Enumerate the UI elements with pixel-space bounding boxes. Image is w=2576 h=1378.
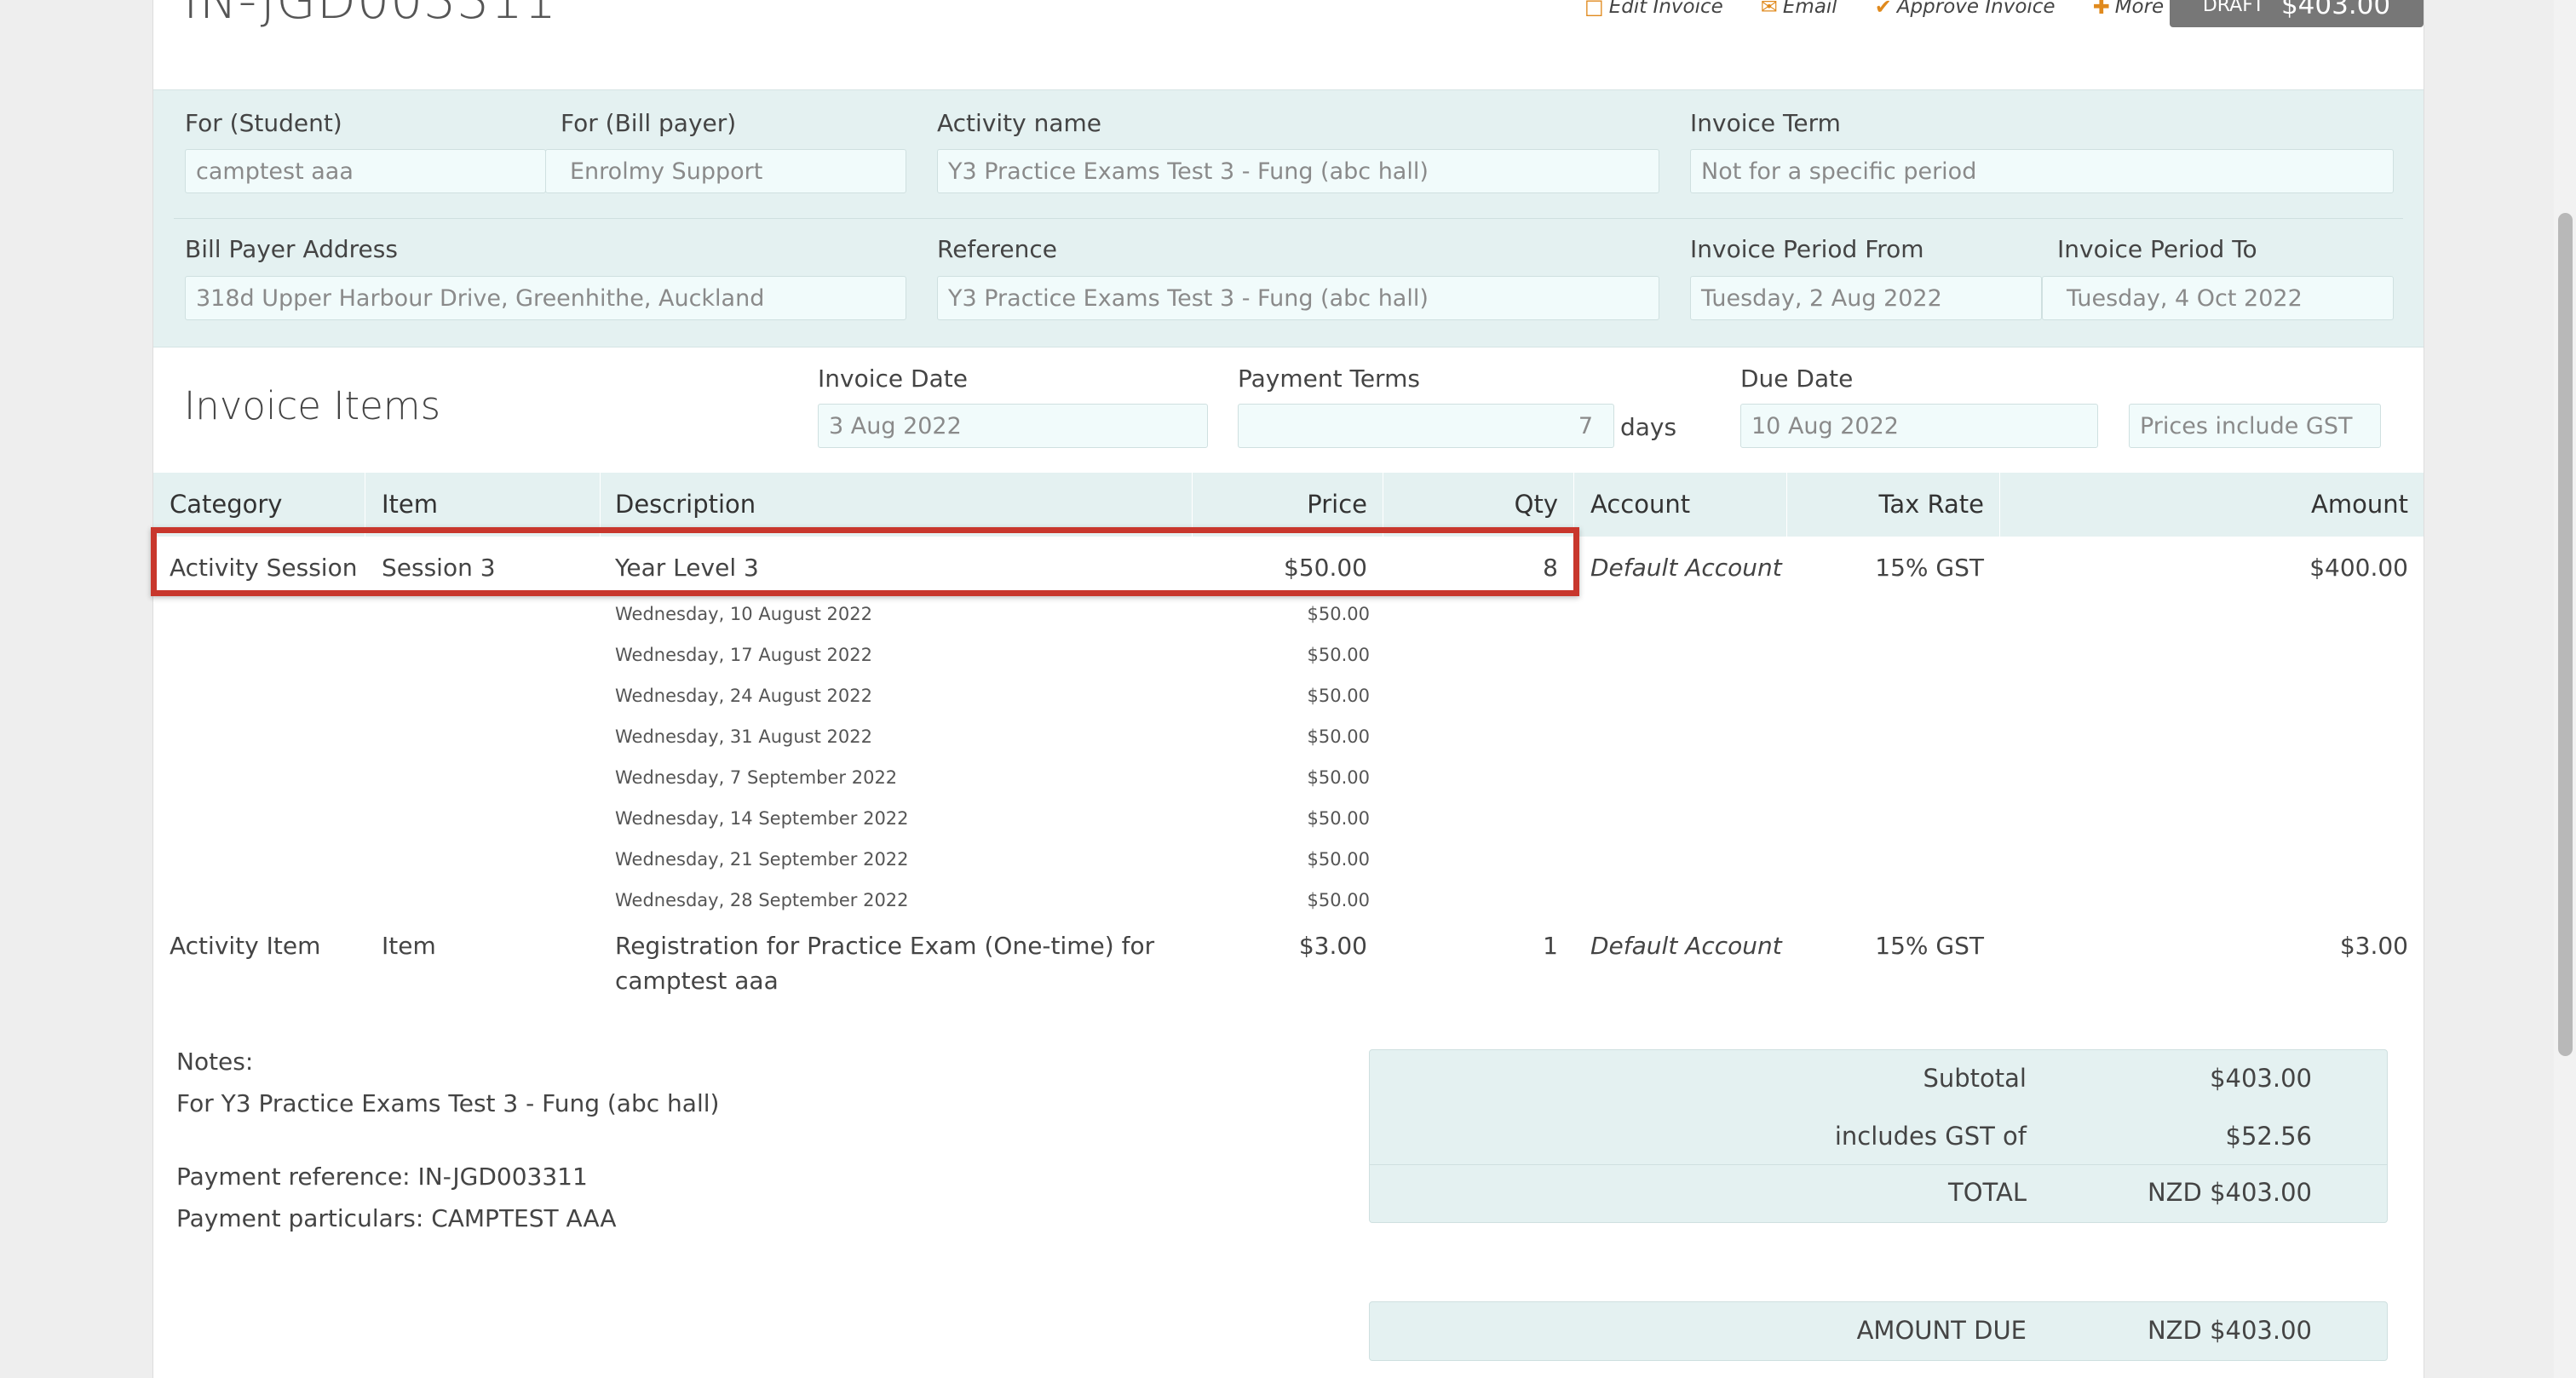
row-account: Default Account	[1590, 932, 1782, 960]
row-tax-rate: 15% GST	[1875, 554, 1984, 582]
col-header-account[interactable]: Account	[1590, 490, 1690, 519]
payment-reference: Payment reference: IN-JGD003311	[176, 1163, 588, 1191]
row-item: Item	[382, 932, 436, 960]
period-to-label: Invoice Period To	[2057, 235, 2257, 263]
row-highlight-annotation	[151, 527, 1579, 596]
notes-label: Notes:	[176, 1048, 254, 1076]
period-from-field[interactable]: Tuesday, 2 Aug 2022	[1690, 276, 2042, 320]
row-price: $3.00	[1298, 932, 1367, 960]
more-label: More	[2114, 0, 2165, 18]
amount-due-label: AMOUNT DUE	[1856, 1316, 2027, 1345]
totals-divider	[1370, 1164, 2387, 1165]
session-date: Wednesday, 14 September 2022	[615, 808, 909, 829]
row-amount: $3.00	[2339, 932, 2408, 960]
envelope-icon: ✉	[1760, 0, 1778, 19]
activity-name-field[interactable]: Y3 Practice Exams Test 3 - Fung (abc hal…	[937, 149, 1659, 193]
invoice-info-panel: For (Student) For (Bill payer) camptest …	[153, 89, 2424, 347]
bill-payer-field[interactable]: Enrolmy Support	[545, 149, 906, 193]
session-price: $50.00	[1307, 890, 1370, 910]
row-category: Activity Item	[170, 932, 321, 960]
invoice-page: IN-JGD003311 □ Edit Invoice ✉ Email ✔ Ap…	[151, 0, 2424, 1378]
invoice-number-title: IN-JGD003311	[183, 0, 558, 31]
student-field[interactable]: camptest aaa	[185, 149, 546, 193]
col-header-tax-rate[interactable]: Tax Rate	[1786, 490, 1984, 519]
col-header-qty[interactable]: Qty	[1383, 490, 1558, 519]
email-button[interactable]: ✉ Email	[1761, 0, 1837, 19]
totals-box: Subtotal $403.00 includes GST of $52.56 …	[1369, 1049, 2388, 1223]
session-price: $50.00	[1307, 604, 1370, 624]
col-header-description[interactable]: Description	[615, 490, 756, 519]
vertical-scrollbar[interactable]	[2554, 0, 2576, 1378]
session-date: Wednesday, 10 August 2022	[615, 604, 872, 624]
plus-icon: ✚	[2092, 0, 2110, 19]
session-date: Wednesday, 28 September 2022	[615, 890, 909, 910]
status-label: DRAFT	[2202, 0, 2264, 16]
total-value: NZD $403.00	[2147, 1178, 2312, 1207]
approve-invoice-button[interactable]: ✔ Approve Invoice	[1875, 0, 2056, 19]
invoice-actions: □ Edit Invoice ✉ Email ✔ Approve Invoice…	[1584, 0, 2164, 19]
badge-total: $403.00	[2280, 0, 2391, 20]
session-date: Wednesday, 24 August 2022	[615, 686, 872, 706]
due-date-field[interactable]: 10 Aug 2022	[1740, 404, 2098, 448]
invoice-items-heading: Invoice Items	[184, 383, 441, 428]
row-account: Default Account	[1590, 554, 1782, 582]
invoice-date-label: Invoice Date	[818, 365, 968, 393]
invoice-term-label: Invoice Term	[1690, 109, 1841, 137]
amount-due-value: NZD $403.00	[2147, 1316, 2312, 1345]
activity-name-label: Activity name	[937, 109, 1102, 137]
reference-label: Reference	[937, 235, 1057, 263]
status-badge: DRAFT $403.00	[2170, 0, 2424, 27]
session-price: $50.00	[1307, 849, 1370, 870]
row-amount: $400.00	[2309, 554, 2408, 582]
subtotal-value: $403.00	[2210, 1064, 2312, 1093]
col-header-price[interactable]: Price	[1192, 490, 1367, 519]
reference-field[interactable]: Y3 Practice Exams Test 3 - Fung (abc hal…	[937, 276, 1659, 320]
invoice-term-field[interactable]: Not for a specific period	[1690, 149, 2394, 193]
payment-terms-label: Payment Terms	[1238, 365, 1420, 393]
session-date: Wednesday, 7 September 2022	[615, 767, 898, 788]
session-date: Wednesday, 21 September 2022	[615, 849, 909, 870]
session-price: $50.00	[1307, 645, 1370, 665]
email-label: Email	[1782, 0, 1837, 18]
bill-payer-address-field[interactable]: 318d Upper Harbour Drive, Greenhithe, Au…	[185, 276, 906, 320]
approve-invoice-label: Approve Invoice	[1896, 0, 2056, 18]
payment-terms-field[interactable]: 7	[1238, 404, 1614, 448]
period-from-label: Invoice Period From	[1690, 235, 1924, 263]
invoice-date-field[interactable]: 3 Aug 2022	[818, 404, 1208, 448]
session-price: $50.00	[1307, 726, 1370, 747]
edit-invoice-button[interactable]: □ Edit Invoice	[1584, 0, 1723, 19]
scrollbar-thumb[interactable]	[2558, 213, 2573, 1056]
col-header-item[interactable]: Item	[382, 490, 438, 519]
session-price: $50.00	[1307, 686, 1370, 706]
period-to-field[interactable]: Tuesday, 4 Oct 2022	[2042, 276, 2394, 320]
session-price: $50.00	[1307, 767, 1370, 788]
session-date: Wednesday, 17 August 2022	[615, 645, 872, 665]
for-bill-payer-label: For (Bill payer)	[561, 109, 737, 137]
gst-value: $52.56	[2225, 1122, 2312, 1151]
col-header-category[interactable]: Category	[170, 490, 282, 519]
row-qty: 1	[1543, 932, 1558, 960]
more-button[interactable]: ✚ More	[2093, 0, 2165, 19]
row-tax-rate: 15% GST	[1875, 932, 1984, 960]
row-description: Registration for Practice Exam (One-time…	[615, 932, 1155, 960]
for-student-label: For (Student)	[185, 109, 342, 137]
payment-particulars: Payment particulars: CAMPTEST AAA	[176, 1204, 617, 1232]
check-circle-icon: ✔	[1874, 0, 1892, 19]
total-label: TOTAL	[1948, 1178, 2027, 1207]
info-divider	[174, 218, 2403, 219]
gst-mode-select[interactable]: Prices include GST	[2129, 404, 2381, 448]
edit-invoice-label: Edit Invoice	[1608, 0, 1723, 18]
subtotal-label: Subtotal	[1923, 1064, 2027, 1093]
due-date-label: Due Date	[1740, 365, 1854, 393]
payment-terms-unit: days	[1620, 413, 1677, 441]
col-header-amount[interactable]: Amount	[1999, 490, 2408, 519]
row-description-continued: camptest aaa	[615, 967, 779, 995]
session-date: Wednesday, 31 August 2022	[615, 726, 872, 747]
amount-due-box: AMOUNT DUE NZD $403.00	[1369, 1301, 2388, 1361]
gst-label: includes GST of	[1834, 1122, 2027, 1151]
notes-text: For Y3 Practice Exams Test 3 - Fung (abc…	[176, 1089, 720, 1117]
document-icon: □	[1584, 0, 1604, 19]
bill-payer-address-label: Bill Payer Address	[185, 235, 398, 263]
session-price: $50.00	[1307, 808, 1370, 829]
